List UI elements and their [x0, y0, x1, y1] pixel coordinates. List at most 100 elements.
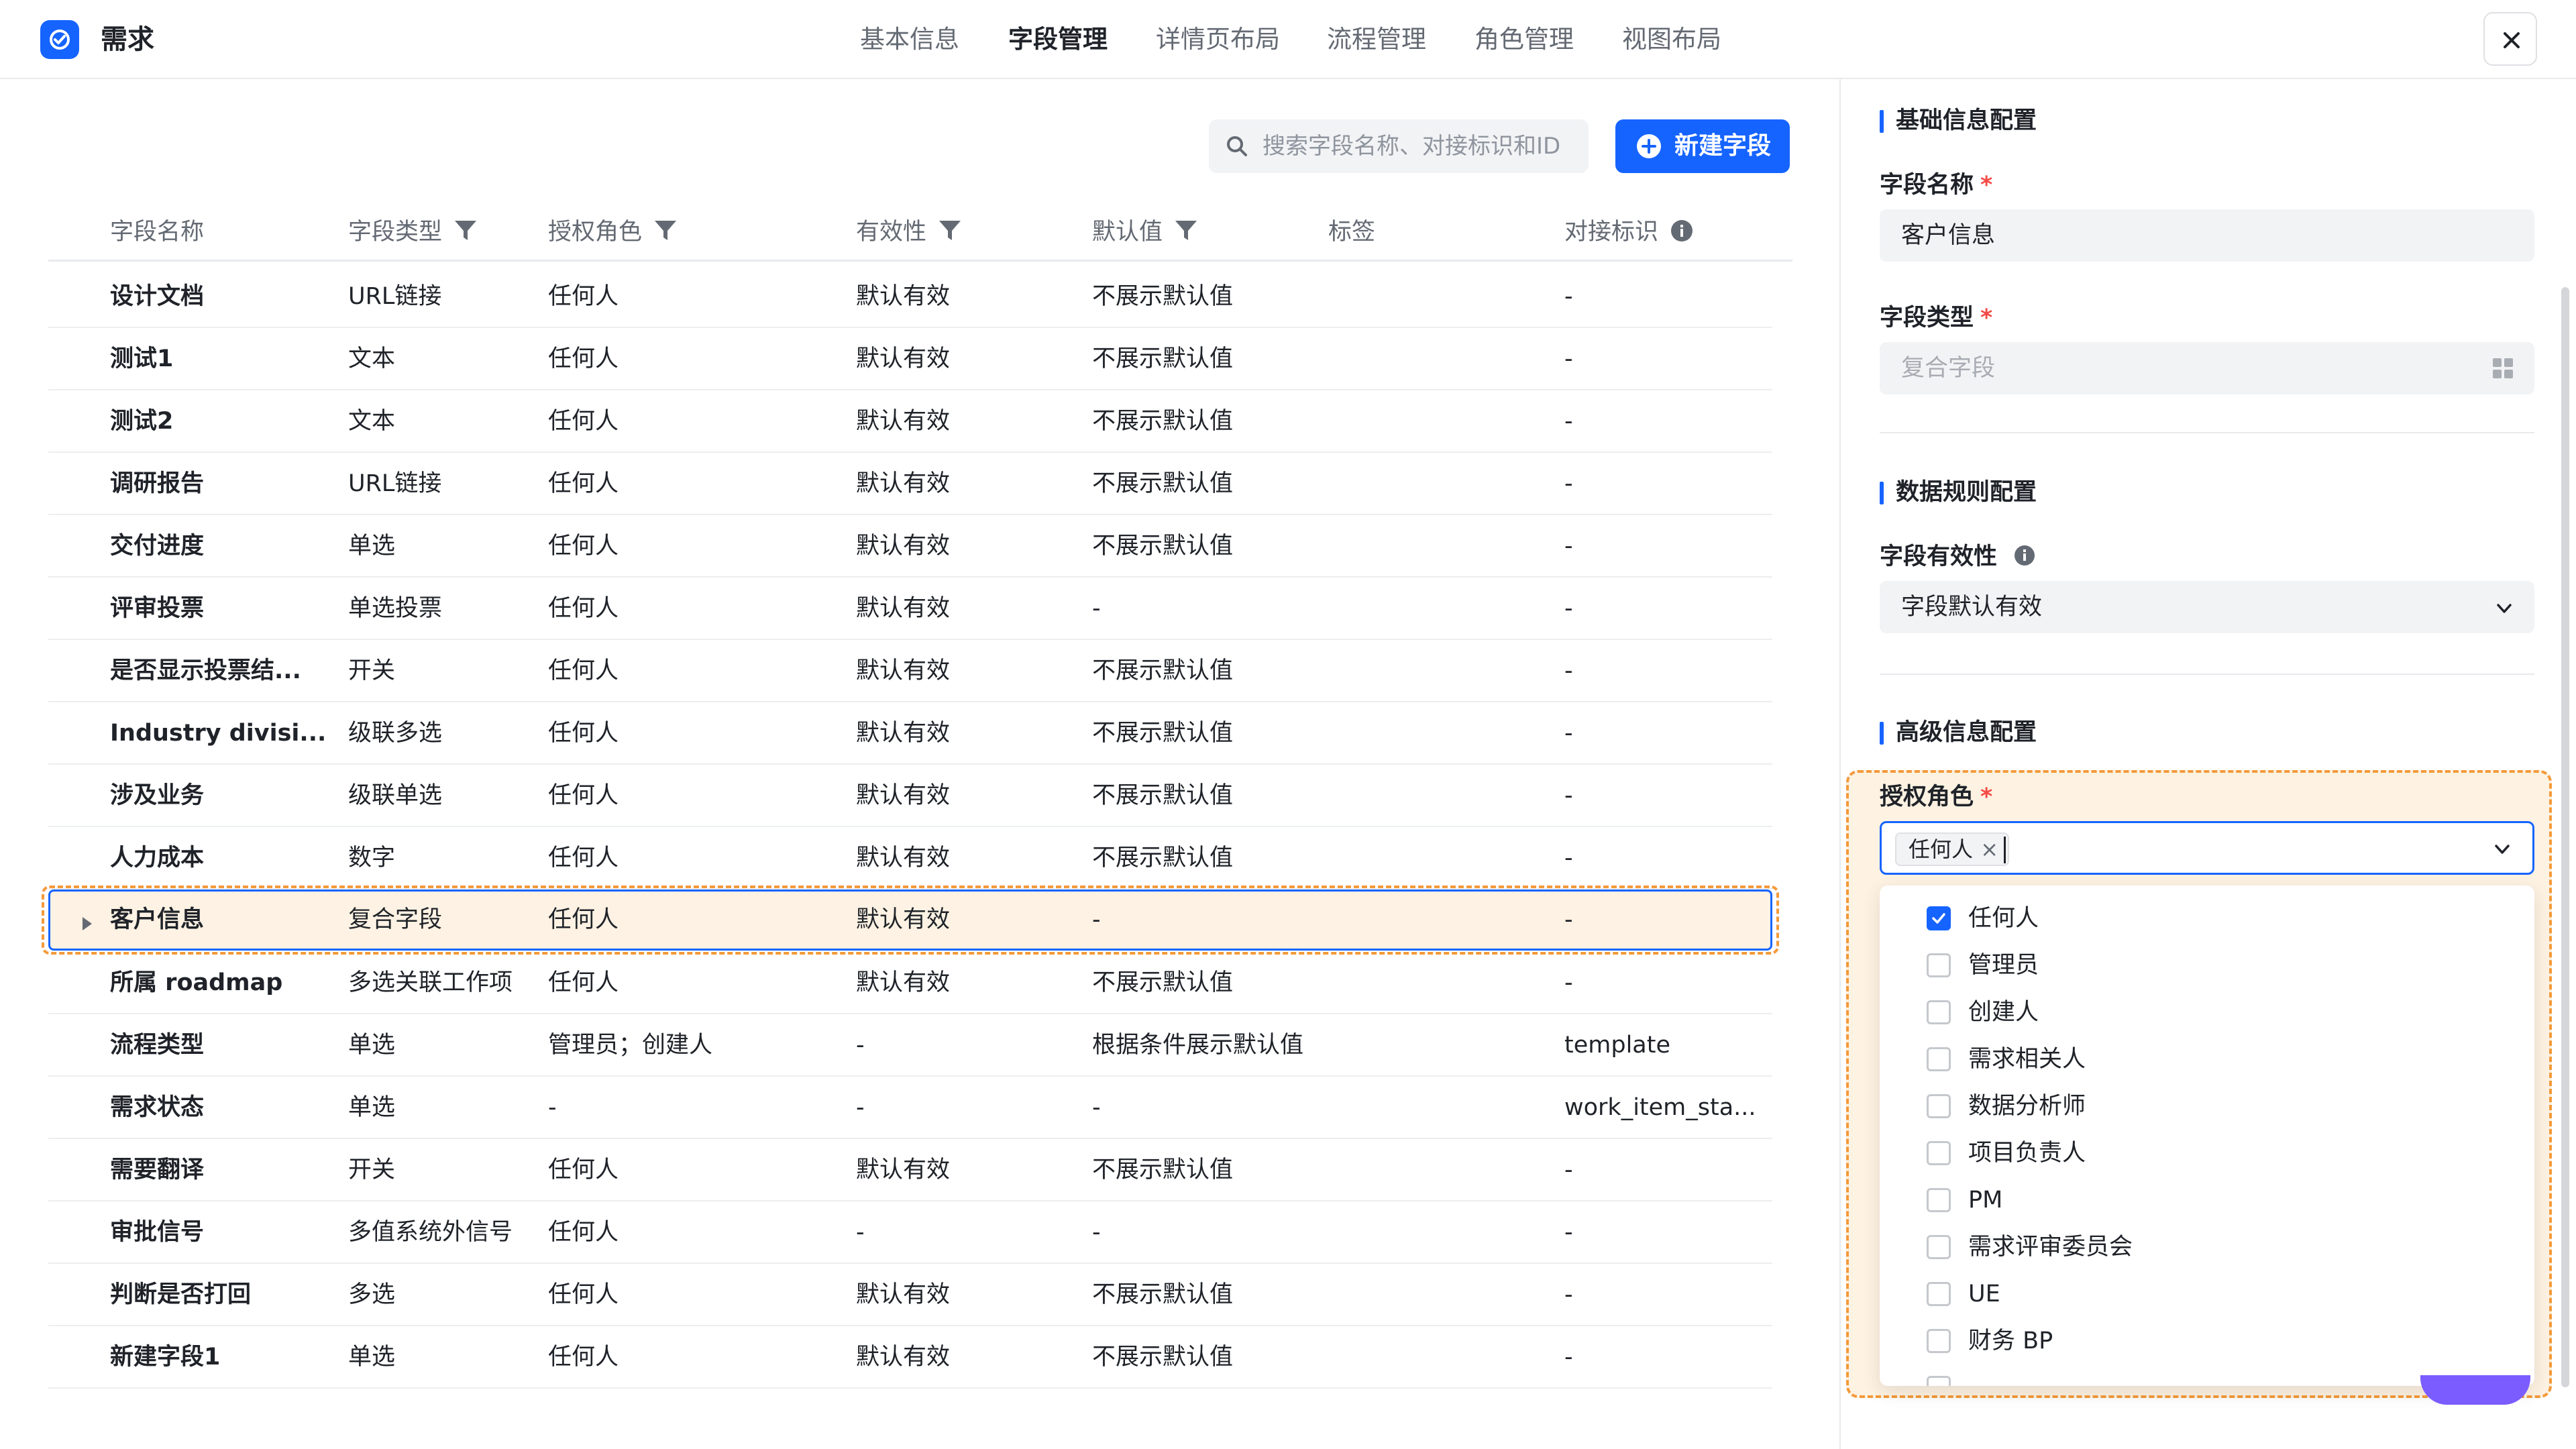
role-option-label: 管理员 — [1968, 952, 2039, 979]
cell-key: - — [1564, 1219, 1573, 1246]
expand-caret-icon[interactable] — [83, 917, 92, 930]
cell-key: - — [1564, 782, 1573, 809]
checkbox[interactable] — [1927, 1282, 1951, 1306]
role-option[interactable]: 需求相关人 — [1880, 1036, 2534, 1083]
filter-icon[interactable] — [653, 219, 678, 242]
cell-field-type: URL链接 — [348, 470, 442, 497]
cell-field-type: 文本 — [348, 408, 396, 435]
cell-auth-role: 任何人 — [548, 969, 619, 996]
field-name-label: 字段名称 * — [1880, 172, 1993, 199]
checkbox[interactable] — [1927, 1141, 1951, 1165]
cell-auth-role: 任何人 — [548, 1344, 619, 1371]
cell-field-name: 审批信号 — [110, 1219, 205, 1246]
cell-field-type: 单选 — [348, 533, 396, 559]
role-option-label: 财务 BP — [1968, 1328, 2053, 1354]
cell-auth-role: 任何人 — [548, 595, 619, 622]
table-row[interactable]: 交付进度 单选 任何人 默认有效 不展示默认值 - — [48, 515, 1772, 578]
table-row[interactable]: 新建字段1 单选 任何人 默认有效 不展示默认值 - — [48, 1326, 1772, 1389]
new-field-button[interactable]: 新建字段 — [1615, 119, 1790, 173]
cell-key: - — [1564, 720, 1573, 747]
role-option[interactable]: 管理员 — [1880, 942, 2534, 989]
new-field-label: 新建字段 — [1674, 132, 1772, 160]
cell-default-value: 不展示默认值 — [1092, 345, 1234, 372]
role-option[interactable]: 任何人 — [1880, 895, 2534, 942]
cell-auth-role: 任何人 — [548, 1281, 619, 1308]
filter-icon[interactable] — [453, 219, 478, 242]
role-option[interactable]: 项目负责人 — [1880, 1130, 2534, 1177]
cell-default-value: 不展示默认值 — [1092, 782, 1234, 809]
tab-process-management[interactable]: 流程管理 — [1327, 20, 1426, 59]
filter-icon[interactable] — [1174, 219, 1198, 242]
tab-role-management[interactable]: 角色管理 — [1474, 20, 1574, 59]
cell-key: - — [1564, 845, 1573, 871]
checkbox[interactable] — [1927, 1047, 1951, 1071]
role-option[interactable]: 数据分析师 — [1880, 1083, 2534, 1130]
chevron-down-icon — [2497, 604, 2512, 613]
role-option[interactable]: PM — [1880, 1177, 2534, 1224]
checkbox[interactable] — [1927, 1376, 1951, 1386]
table-row[interactable]: 流程类型 单选 管理员；创建人 - 根据条件展示默认值 template — [48, 1014, 1772, 1077]
filter-icon[interactable] — [938, 219, 962, 242]
cell-validity: 默认有效 — [856, 1157, 951, 1183]
table-row[interactable]: 设计文档 URL链接 任何人 默认有效 不展示默认值 - — [48, 266, 1772, 328]
checkbox[interactable] — [1927, 1000, 1951, 1024]
role-option[interactable]: UE — [1880, 1271, 2534, 1318]
cell-field-type: 级联单选 — [348, 782, 443, 809]
table-row[interactable]: Industry divisi... 级联多选 任何人 默认有效 不展示默认值 … — [48, 702, 1772, 765]
table-row[interactable]: 判断是否打回 多选 任何人 默认有效 不展示默认值 - — [48, 1264, 1772, 1326]
table-row[interactable]: 需求状态 单选 - - - work_item_sta... — [48, 1077, 1772, 1139]
checkbox[interactable] — [1927, 1329, 1951, 1353]
role-option[interactable]: 财务 BP — [1880, 1318, 2534, 1364]
table-row[interactable]: 评审投票 单选投票 任何人 默认有效 - - — [48, 578, 1772, 640]
table-row[interactable]: 测试1 文本 任何人 默认有效 不展示默认值 - — [48, 328, 1772, 390]
cell-auth-role: 任何人 — [548, 782, 619, 809]
table-row[interactable]: 审批信号 多值系统外信号 任何人 - - - — [48, 1201, 1772, 1264]
cell-validity: 默认有效 — [856, 969, 951, 996]
cell-validity: 默认有效 — [856, 595, 951, 622]
table-row[interactable]: 所属 roadmap 多选关联工作项 任何人 默认有效 不展示默认值 - — [48, 952, 1772, 1014]
checkbox[interactable] — [1927, 953, 1951, 977]
floating-button[interactable] — [2420, 1375, 2530, 1405]
cell-validity: 默认有效 — [856, 906, 951, 933]
table-row[interactable]: 需要翻译 开关 任何人 默认有效 不展示默认值 - — [48, 1139, 1772, 1201]
search-input[interactable] — [1263, 126, 1578, 166]
table-header: 字段名称 字段类型 授权角色 有效性 默认值 标签 对接标识 — [48, 204, 1792, 262]
info-icon[interactable] — [2013, 544, 2036, 567]
cell-field-type: 单选 — [348, 1094, 396, 1121]
validity-select[interactable]: 字段默认有效 — [1880, 581, 2534, 633]
table-row[interactable]: 是否显示投票结... 开关 任何人 默认有效 不展示默认值 - — [48, 640, 1772, 702]
tab-basic-info[interactable]: 基本信息 — [860, 20, 959, 59]
table-row[interactable]: 调研报告 URL链接 任何人 默认有效 不展示默认值 - — [48, 453, 1772, 515]
checkbox[interactable] — [1927, 1188, 1951, 1212]
role-option[interactable]: 创建人 — [1880, 989, 2534, 1036]
auth-role-select[interactable]: 任何人 × — [1880, 821, 2534, 875]
cell-field-name: 测试2 — [110, 408, 174, 435]
checkbox-checked[interactable] — [1927, 906, 1951, 930]
checkbox[interactable] — [1927, 1235, 1951, 1259]
cell-field-name: 调研报告 — [110, 470, 205, 497]
role-option[interactable]: 需求评审委员会 — [1880, 1224, 2534, 1271]
table-row[interactable]: 测试2 文本 任何人 默认有效 不展示默认值 - — [48, 390, 1772, 453]
cell-auth-role: 任何人 — [548, 1219, 619, 1246]
tab-detail-layout[interactable]: 详情页布局 — [1156, 20, 1280, 59]
cell-validity: - — [856, 1219, 865, 1246]
info-icon[interactable] — [1670, 219, 1694, 243]
field-name-input[interactable]: 客户信息 — [1880, 209, 2534, 262]
panel-scrollbar[interactable] — [2561, 287, 2569, 1387]
table-row[interactable]: 涉及业务 级联单选 任何人 默认有效 不展示默认值 - — [48, 765, 1772, 827]
cell-auth-role: 任何人 — [548, 906, 619, 933]
close-button[interactable] — [2483, 12, 2537, 66]
table-row-selected[interactable]: 客户信息 复合字段 任何人 默认有效 - - — [48, 890, 1772, 951]
search-box[interactable] — [1209, 119, 1589, 173]
cell-default-value: - — [1092, 906, 1101, 933]
tag-remove-icon[interactable]: × — [1980, 834, 1998, 865]
col-field-type: 字段类型 — [348, 204, 478, 260]
role-option-label: PM — [1968, 1187, 2003, 1214]
cell-key: - — [1564, 969, 1573, 996]
cell-field-name: 人力成本 — [110, 845, 205, 871]
checkbox[interactable] — [1927, 1094, 1951, 1118]
col-default-value: 默认值 — [1092, 204, 1198, 260]
table-row[interactable]: 人力成本 数字 任何人 默认有效 不展示默认值 - — [48, 827, 1772, 890]
tab-view-layout[interactable]: 视图布局 — [1622, 20, 1721, 59]
tab-field-management[interactable]: 字段管理 — [1008, 20, 1108, 59]
